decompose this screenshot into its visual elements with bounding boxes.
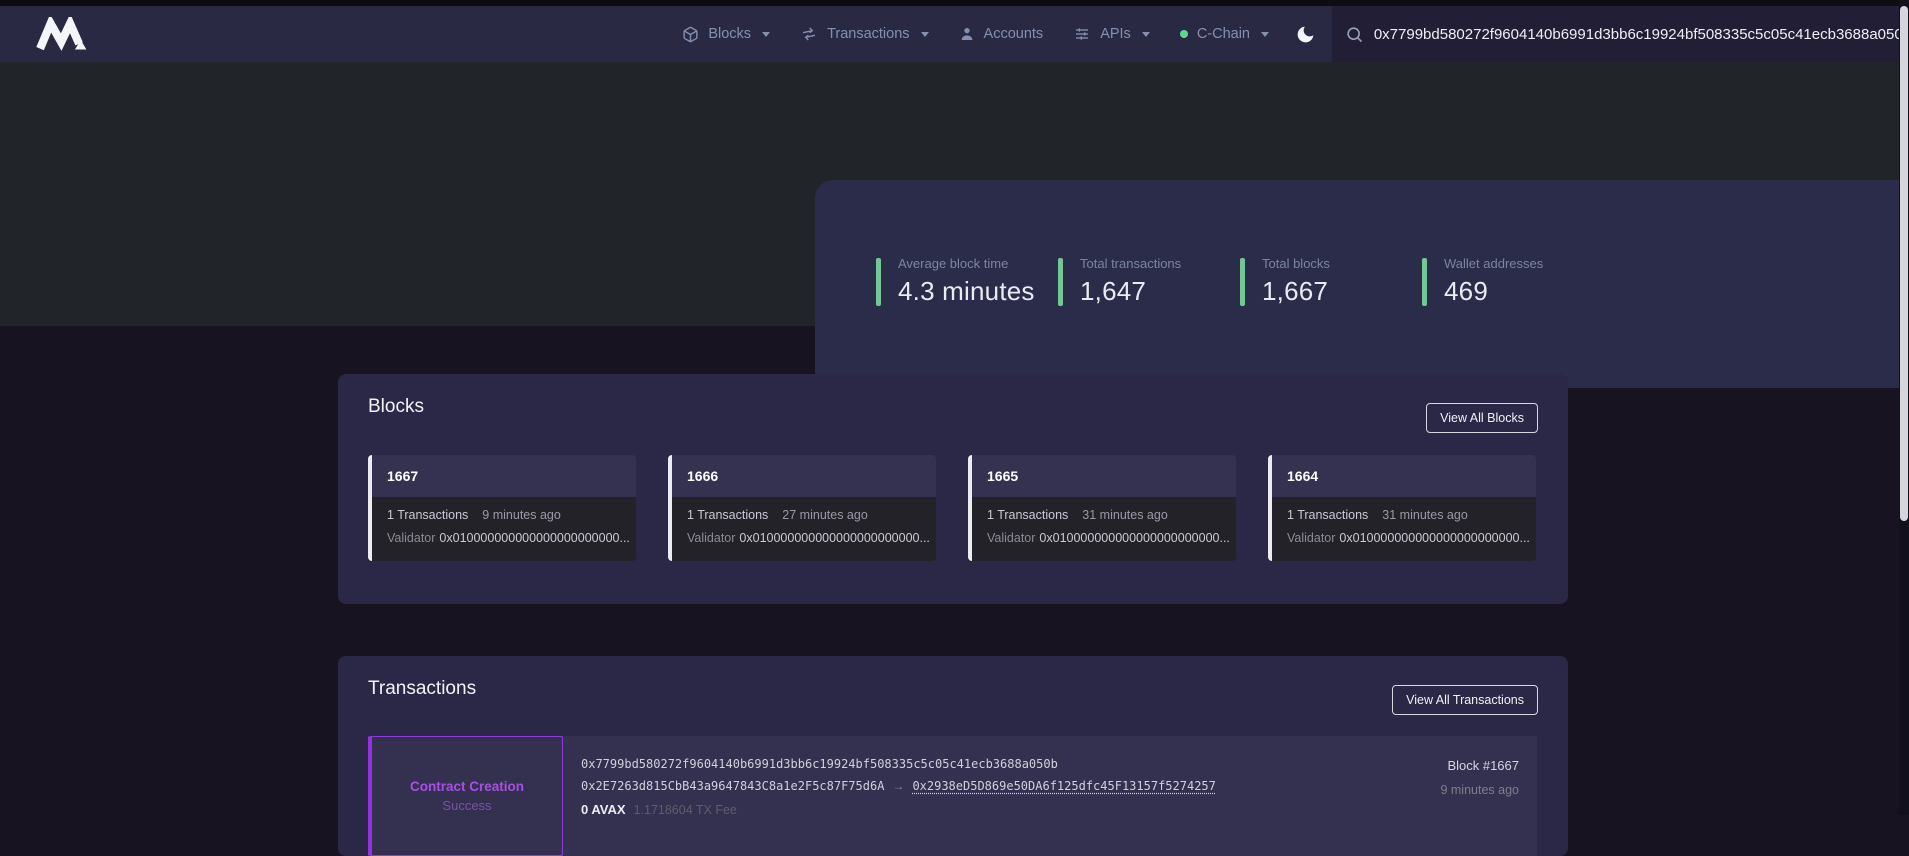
nav-item-label: Blocks	[708, 26, 751, 42]
validator-address: 0x010000000000000000000000...	[739, 531, 929, 545]
stats-panel: Average block time 4.3 minutes Total tra…	[815, 180, 1899, 388]
block-age: 27 minutes ago	[782, 508, 867, 522]
person-icon	[959, 26, 975, 42]
block-card-details: 1 Transactions 9 minutes ago Validator 0x0…	[372, 497, 636, 561]
nav-item-label: C-Chain	[1197, 26, 1250, 42]
search-value: 0x7799bd580272f9604140b6991d3bb6c19924bf…	[1374, 26, 1907, 43]
block-number[interactable]: 1665	[972, 455, 1236, 497]
tx-to-address[interactable]: 0x2938eD5D869e50DA6f125dfc45F13157f52742…	[912, 779, 1215, 793]
chevron-down-icon	[762, 32, 770, 37]
avalanche-logo-icon	[36, 17, 88, 51]
stat-accent-bar	[1422, 258, 1427, 306]
stat-label: Wallet addresses	[1444, 256, 1543, 271]
moon-icon	[1295, 24, 1316, 45]
stat-value: 4.3 minutes	[898, 276, 1035, 307]
tx-meta: Block #1667 9 minutes ago	[1367, 736, 1537, 856]
stat-accent-bar	[1058, 258, 1063, 306]
avalanche-logo[interactable]	[36, 16, 92, 52]
stat-wallet-addresses: Wallet addresses 469	[1422, 256, 1604, 307]
scrollbar-thumb[interactable]	[1900, 6, 1908, 521]
tx-age: 9 minutes ago	[1367, 783, 1519, 797]
transfer-arrows-icon	[800, 26, 818, 42]
nav-item-accounts[interactable]: Accounts	[959, 26, 1044, 42]
block-tx-count: 1 Transactions	[987, 508, 1068, 522]
validator-address: 0x010000000000000000000000...	[439, 531, 629, 545]
transaction-row[interactable]: Contract Creation Success 0x7799bd580272…	[368, 736, 1537, 856]
chevron-down-icon	[1261, 32, 1269, 37]
block-tx-count: 1 Transactions	[687, 508, 768, 522]
tx-hash[interactable]: 0x7799bd580272f9604140b6991d3bb6c19924bf…	[581, 757, 1367, 771]
block-tx-count: 1 Transactions	[1287, 508, 1368, 522]
validator-address: 0x010000000000000000000000...	[1039, 531, 1229, 545]
stat-average-block-time: Average block time 4.3 minutes	[876, 256, 1058, 307]
validator-label: Validator	[1287, 531, 1335, 545]
blocks-section-title: Blocks	[368, 396, 424, 418]
nav-item-label: Transactions	[827, 26, 909, 42]
stat-total-transactions: Total transactions 1,647	[1058, 256, 1240, 307]
block-card-details: 1 Transactions 31 minutes ago Validator 0x…	[1272, 497, 1536, 561]
block-card[interactable]: 1666 1 Transactions 27 minutes ago Valida…	[668, 455, 936, 561]
block-number[interactable]: 1666	[672, 455, 936, 497]
blocks-section: Blocks View All Blocks 1667 1 Transactio…	[338, 374, 1568, 604]
nav-item-transactions[interactable]: Transactions	[800, 26, 928, 42]
tx-status: Success	[442, 798, 491, 813]
stat-accent-bar	[1240, 258, 1245, 306]
nav-item-apis[interactable]: APIs	[1073, 26, 1150, 42]
nav-item-cchain[interactable]: C-Chain	[1180, 26, 1269, 42]
cube-icon	[682, 26, 699, 43]
block-tx-count: 1 Transactions	[387, 508, 468, 522]
nav-item-label: APIs	[1100, 26, 1131, 42]
chain-status-dot-icon	[1180, 30, 1188, 38]
navbar: Blocks Transactions Accounts APIs	[0, 6, 1909, 62]
block-number[interactable]: 1664	[1272, 455, 1536, 497]
chevron-down-icon	[1142, 32, 1150, 37]
stats-row: Average block time 4.3 minutes Total tra…	[876, 256, 1604, 307]
view-all-blocks-button[interactable]: View All Blocks	[1426, 403, 1538, 433]
search-icon	[1345, 25, 1364, 44]
tx-arrow-icon: →	[892, 779, 904, 793]
transactions-section-title: Transactions	[368, 678, 476, 700]
validator-label: Validator	[687, 531, 735, 545]
block-age: 31 minutes ago	[1082, 508, 1167, 522]
validator-label: Validator	[987, 531, 1035, 545]
block-card[interactable]: 1667 1 Transactions 9 minutes ago Validat…	[368, 455, 636, 561]
nav-item-label: Accounts	[984, 26, 1044, 42]
block-age: 9 minutes ago	[482, 508, 561, 522]
block-card[interactable]: 1665 1 Transactions 31 minutes ago Valida…	[968, 455, 1236, 561]
stat-value: 469	[1444, 276, 1543, 307]
stat-value: 1,647	[1080, 276, 1181, 307]
search-input[interactable]: 0x7799bd580272f9604140b6991d3bb6c19924bf…	[1332, 6, 1909, 62]
block-card-list: 1667 1 Transactions 9 minutes ago Validat…	[368, 455, 1536, 561]
stat-label: Total blocks	[1262, 256, 1330, 271]
block-number[interactable]: 1667	[372, 455, 636, 497]
nav-item-blocks[interactable]: Blocks	[682, 26, 770, 43]
validator-label: Validator	[387, 531, 435, 545]
stat-total-blocks: Total blocks 1,667	[1240, 256, 1422, 307]
stat-label: Total transactions	[1080, 256, 1181, 271]
transactions-section: Transactions View All Transactions Contr…	[338, 656, 1568, 856]
tx-from-address[interactable]: 0x2E7263d815CbB43a9647843C8a1e2F5c87F75d…	[581, 779, 884, 793]
block-card[interactable]: 1664 1 Transactions 31 minutes ago Valida…	[1268, 455, 1536, 561]
hero-section: Average block time 4.3 minutes Total tra…	[0, 62, 1909, 326]
validator-address: 0x010000000000000000000000...	[1339, 531, 1529, 545]
chevron-down-icon	[921, 32, 929, 37]
tx-type: Contract Creation	[410, 779, 524, 794]
theme-toggle[interactable]	[1295, 24, 1316, 45]
tx-details: 0x7799bd580272f9604140b6991d3bb6c19924bf…	[563, 736, 1367, 856]
block-card-details: 1 Transactions 27 minutes ago Validator 0x…	[672, 497, 936, 561]
sliders-icon	[1073, 26, 1091, 42]
tx-block-link[interactable]: Block #1667	[1367, 758, 1519, 773]
tx-type-badge: Contract Creation Success	[368, 736, 563, 856]
stat-label: Average block time	[898, 256, 1035, 271]
stat-accent-bar	[876, 258, 881, 306]
nav-group: Blocks Transactions Accounts APIs	[682, 26, 1269, 43]
block-card-details: 1 Transactions 31 minutes ago Validator 0x…	[972, 497, 1236, 561]
view-all-transactions-button[interactable]: View All Transactions	[1392, 685, 1538, 715]
scrollbar[interactable]	[1899, 0, 1909, 815]
stat-value: 1,667	[1262, 276, 1330, 307]
block-age: 31 minutes ago	[1382, 508, 1467, 522]
